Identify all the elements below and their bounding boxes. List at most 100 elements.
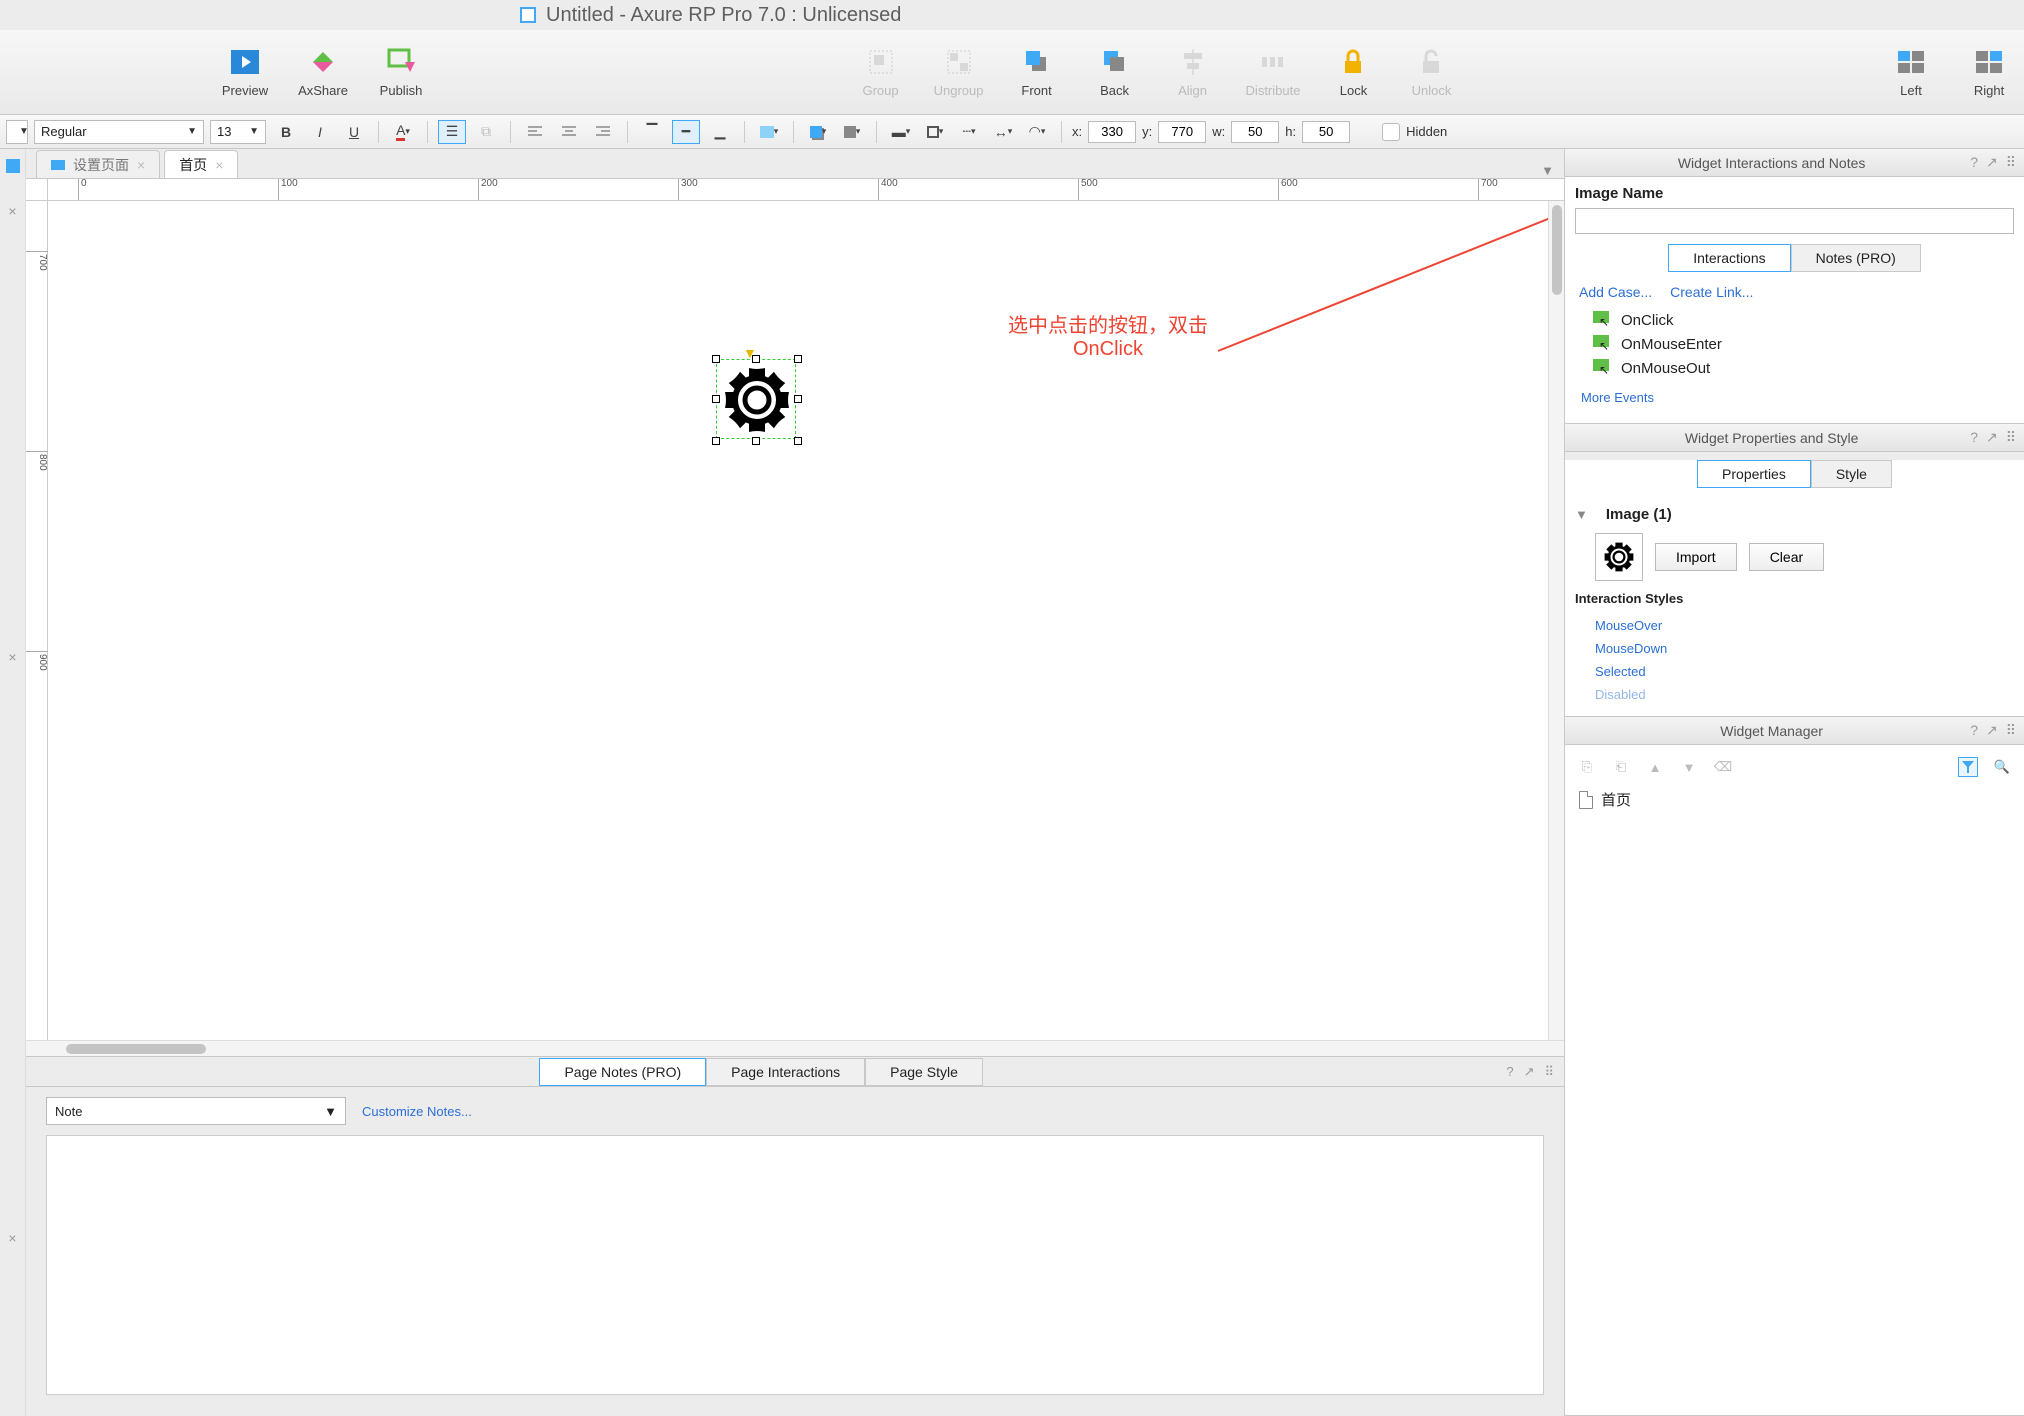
- bold-button[interactable]: B: [272, 120, 300, 144]
- mgr-filter-icon[interactable]: [1958, 757, 1978, 777]
- widget-manager-item[interactable]: 首页: [1575, 787, 2014, 812]
- collapse-icon[interactable]: ⠿: [2006, 722, 2016, 739]
- hidden-checkbox[interactable]: [1382, 123, 1400, 141]
- arrow-style[interactable]: ↔▾: [989, 120, 1017, 144]
- collapse-icon[interactable]: ⠿: [2006, 429, 2016, 446]
- vertical-scrollbar[interactable]: [1548, 201, 1564, 1040]
- tab-page-style[interactable]: Page Style: [865, 1058, 983, 1086]
- close-icon[interactable]: ×: [137, 157, 145, 173]
- pin-icon[interactable]: [6, 159, 20, 173]
- close-icon[interactable]: ×: [8, 203, 16, 219]
- tab-page-notes[interactable]: Page Notes (PRO): [539, 1058, 706, 1086]
- note-dropdown[interactable]: Note▼: [46, 1097, 346, 1125]
- distribute-button[interactable]: Distribute: [1246, 47, 1301, 98]
- tab-style[interactable]: Style: [1811, 460, 1892, 488]
- preview-button[interactable]: Preview: [220, 47, 270, 98]
- front-button[interactable]: Front: [1012, 47, 1062, 98]
- add-case-link[interactable]: Add Case...: [1579, 284, 1652, 300]
- event-icon: ↖: [1593, 311, 1611, 329]
- w-input[interactable]: [1231, 121, 1279, 143]
- disclosure-icon[interactable]: ▼: [1575, 507, 1588, 522]
- image-name-input[interactable]: [1575, 208, 2014, 234]
- close-icon[interactable]: ×: [8, 649, 16, 665]
- document-icon: [520, 7, 536, 23]
- align-center-text[interactable]: [555, 120, 583, 144]
- horizontal-scrollbar[interactable]: [26, 1040, 1564, 1056]
- clear-button[interactable]: Clear: [1749, 543, 1824, 571]
- align-right-button[interactable]: Right: [1964, 47, 2014, 98]
- help-icon[interactable]: ?: [1506, 1064, 1513, 1080]
- valign-mid[interactable]: ━: [672, 120, 700, 144]
- more-events-link[interactable]: More Events: [1575, 380, 1660, 415]
- create-link-link[interactable]: Create Link...: [1670, 284, 1753, 300]
- mgr-copy-icon[interactable]: ⎘: [1577, 757, 1597, 777]
- tab-home[interactable]: 首页 ×: [164, 150, 238, 178]
- tabs-menu[interactable]: ▼: [1541, 163, 1554, 178]
- group-button[interactable]: Group: [856, 47, 906, 98]
- tab-settings[interactable]: 设置页面 ×: [36, 150, 160, 178]
- corner-radius[interactable]: ◠▾: [1023, 120, 1051, 144]
- tab-notes[interactable]: Notes (PRO): [1791, 244, 1921, 272]
- publish-button[interactable]: Publish: [376, 47, 426, 98]
- border-style[interactable]: ┄▾: [955, 120, 983, 144]
- collapse-icon[interactable]: ⠿: [2006, 154, 2016, 171]
- shadow-inner[interactable]: ▾: [838, 120, 866, 144]
- align-left-text[interactable]: [521, 120, 549, 144]
- popout-icon[interactable]: ↗: [1986, 154, 1998, 171]
- align-left-button[interactable]: Left: [1886, 47, 1936, 98]
- bullets-button[interactable]: ☰: [438, 120, 466, 144]
- tab-interactions[interactable]: Interactions: [1668, 244, 1790, 272]
- link-button[interactable]: ⧉: [472, 120, 500, 144]
- border-width[interactable]: ▬▾: [887, 120, 915, 144]
- style-disabled[interactable]: Disabled: [1575, 683, 2014, 706]
- h-input[interactable]: [1302, 121, 1350, 143]
- tab-page-interactions[interactable]: Page Interactions: [706, 1058, 865, 1086]
- style-mouseover[interactable]: MouseOver: [1575, 614, 2014, 637]
- help-icon[interactable]: ?: [1970, 722, 1978, 739]
- axshare-button[interactable]: AxShare: [298, 47, 348, 98]
- popout-icon[interactable]: ↗: [1524, 1064, 1535, 1080]
- customize-notes-link[interactable]: Customize Notes...: [362, 1104, 472, 1119]
- popout-icon[interactable]: ↗: [1986, 722, 1998, 739]
- tab-properties[interactable]: Properties: [1697, 460, 1811, 488]
- import-button[interactable]: Import: [1655, 543, 1737, 571]
- unlock-button[interactable]: Unlock: [1406, 47, 1456, 98]
- event-onmouseout[interactable]: ↖OnMouseOut: [1575, 356, 2014, 380]
- mgr-search-icon[interactable]: 🔍: [1992, 757, 2012, 777]
- shadow-outer[interactable]: ▾: [804, 120, 832, 144]
- popout-icon[interactable]: ↗: [1986, 429, 1998, 446]
- help-icon[interactable]: ?: [1970, 429, 1978, 446]
- x-input[interactable]: [1088, 121, 1136, 143]
- ungroup-button[interactable]: Ungroup: [934, 47, 984, 98]
- align-right-text[interactable]: [589, 120, 617, 144]
- back-button[interactable]: Back: [1090, 47, 1140, 98]
- mgr-down-icon[interactable]: ▼: [1679, 757, 1699, 777]
- fill-button[interactable]: ▾: [755, 120, 783, 144]
- mgr-paste-icon[interactable]: ⎗: [1611, 757, 1631, 777]
- underline-button[interactable]: U: [340, 120, 368, 144]
- lock-button[interactable]: Lock: [1328, 47, 1378, 98]
- image-thumbnail[interactable]: [1595, 533, 1643, 581]
- font-dropdown[interactable]: ▼: [6, 120, 28, 144]
- mgr-delete-icon[interactable]: ⌫: [1713, 757, 1733, 777]
- size-dropdown[interactable]: 13▼: [210, 120, 266, 144]
- event-onclick[interactable]: ↖OnClick: [1575, 308, 2014, 332]
- mgr-up-icon[interactable]: ▲: [1645, 757, 1665, 777]
- align-button[interactable]: Align: [1168, 47, 1218, 98]
- notes-textarea[interactable]: [46, 1135, 1544, 1395]
- valign-bot[interactable]: ▁: [706, 120, 734, 144]
- close-icon[interactable]: ×: [215, 157, 223, 173]
- canvas[interactable]: ▼: [48, 201, 1564, 1040]
- close-icon[interactable]: ×: [8, 1230, 16, 1246]
- valign-top[interactable]: ▔: [638, 120, 666, 144]
- italic-button[interactable]: I: [306, 120, 334, 144]
- style-selected[interactable]: Selected: [1575, 660, 2014, 683]
- text-color-button[interactable]: A▾: [389, 120, 417, 144]
- style-mousedown[interactable]: MouseDown: [1575, 637, 2014, 660]
- event-onmouseenter[interactable]: ↖OnMouseEnter: [1575, 332, 2014, 356]
- y-input[interactable]: [1158, 121, 1206, 143]
- weight-dropdown[interactable]: Regular▼: [34, 120, 204, 144]
- collapse-icon[interactable]: ⠿: [1544, 1064, 1554, 1080]
- help-icon[interactable]: ?: [1970, 154, 1978, 171]
- border-color[interactable]: ▾: [921, 120, 949, 144]
